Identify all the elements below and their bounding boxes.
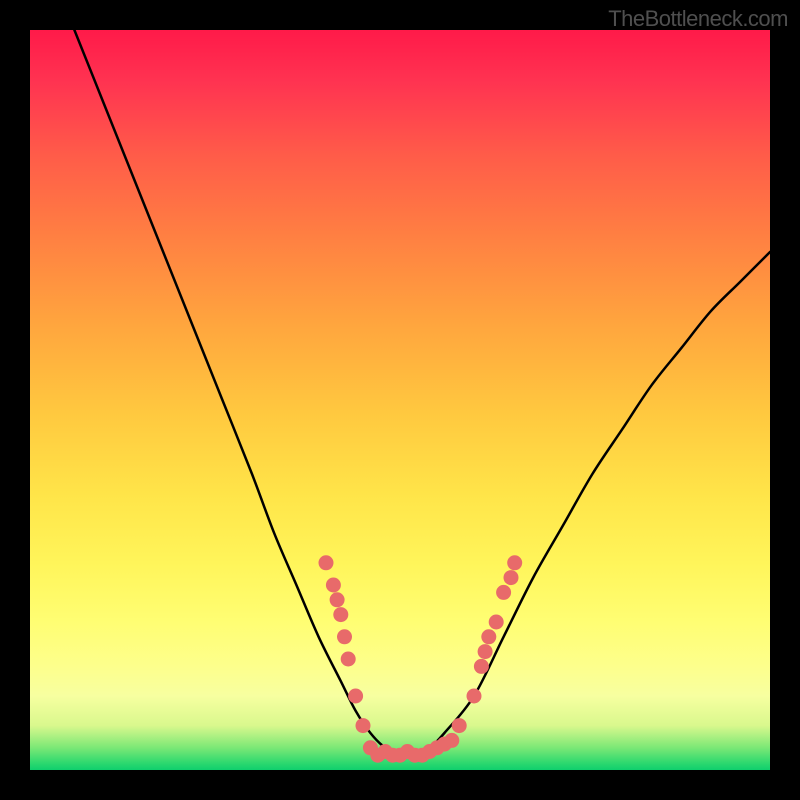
- data-marker: [319, 555, 334, 570]
- data-marker: [333, 607, 348, 622]
- data-marker: [330, 592, 345, 607]
- data-marker: [478, 644, 493, 659]
- data-marker: [452, 718, 467, 733]
- plot-area: [30, 30, 770, 770]
- data-marker: [489, 615, 504, 630]
- data-marker: [444, 733, 459, 748]
- data-marker: [337, 629, 352, 644]
- data-marker: [496, 585, 511, 600]
- bottleneck-curve: [74, 30, 770, 756]
- data-marker: [356, 718, 371, 733]
- data-marker: [348, 689, 363, 704]
- chart-canvas: TheBottleneck.com: [0, 0, 800, 800]
- marker-cluster-left: [319, 555, 371, 733]
- data-marker: [481, 629, 496, 644]
- chart-svg: [30, 30, 770, 770]
- marker-cluster-bottom: [363, 733, 459, 763]
- data-marker: [507, 555, 522, 570]
- data-marker: [326, 578, 341, 593]
- watermark-text: TheBottleneck.com: [608, 6, 788, 32]
- data-marker: [467, 689, 482, 704]
- data-marker: [341, 652, 356, 667]
- marker-cluster-right: [452, 555, 523, 733]
- data-marker: [504, 570, 519, 585]
- data-marker: [474, 659, 489, 674]
